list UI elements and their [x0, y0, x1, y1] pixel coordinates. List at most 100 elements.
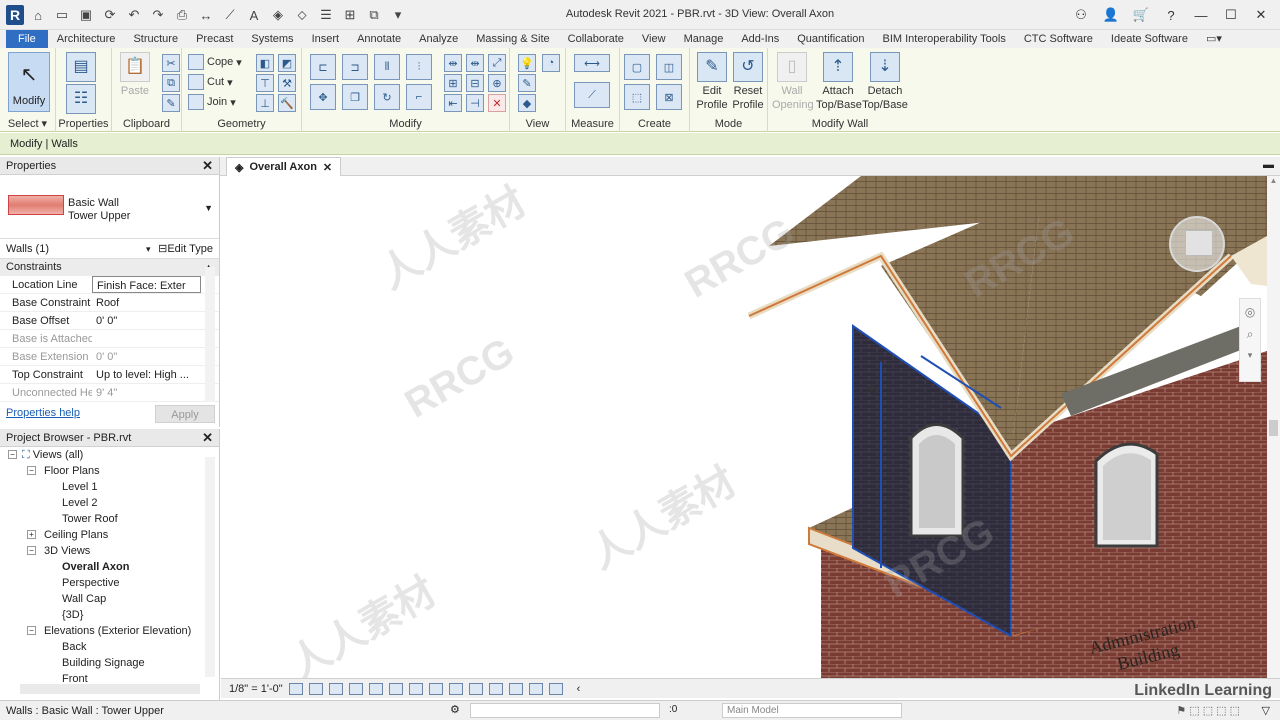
tab-structure[interactable]: Structure — [124, 30, 187, 48]
paste-button[interactable]: 📋 Paste — [120, 52, 150, 98]
tab-systems[interactable]: Systems — [242, 30, 302, 48]
binoculars-icon[interactable]: ⚇ — [1070, 5, 1092, 25]
tab-analyze[interactable]: Analyze — [410, 30, 467, 48]
type-selector[interactable]: Basic Wall Tower Upper ▼ — [0, 175, 219, 239]
create-assembly-icon[interactable]: ▢ — [624, 54, 650, 80]
pin-icon[interactable]: ⊣ — [466, 94, 484, 112]
tree-node[interactable]: Wall Cap — [0, 591, 219, 607]
edit-type-button[interactable]: ⊟Edit Type — [158, 239, 213, 259]
scale-icon[interactable]: ⤢ — [488, 54, 506, 72]
tab-file[interactable]: File — [6, 30, 48, 48]
tab-ideate-software[interactable]: Ideate Software — [1102, 30, 1197, 48]
tab-add-ins[interactable]: Add-Ins — [732, 30, 788, 48]
tree-node[interactable]: − Elevations (Exterior Elevation) — [0, 623, 219, 639]
tree-node[interactable]: − Floor Plans — [0, 463, 219, 479]
tab-bim-interoperability[interactable]: BIM Interoperability Tools — [874, 30, 1015, 48]
create-similar-icon[interactable]: ⊠ — [656, 84, 682, 110]
workset-selector[interactable] — [470, 703, 660, 718]
tree-node[interactable]: {3D} — [0, 607, 219, 623]
tree-node[interactable]: Building Signage — [0, 655, 219, 671]
design-option-selector[interactable]: Main Model — [722, 703, 902, 718]
steering-wheel-icon[interactable]: ◎ — [1240, 305, 1260, 319]
properties-button[interactable]: ☷ — [66, 84, 96, 116]
modify-button[interactable]: ↖ Modify — [8, 52, 50, 112]
tree-node-active[interactable]: Overall Axon — [0, 559, 219, 575]
cart-icon[interactable]: 🛒 — [1130, 5, 1152, 25]
aligned-dimension-icon[interactable]: ⟋ — [574, 82, 610, 108]
tab-menu-icon[interactable]: ▬ — [1263, 159, 1274, 171]
scroll-thumb[interactable] — [1269, 420, 1278, 436]
tree-node[interactable]: − ⛶ Views (all) — [0, 447, 219, 463]
detach-top-base-button[interactable]: ⇣ Detach Top/Base — [862, 52, 908, 112]
create-group-icon[interactable]: ⬚ — [624, 84, 650, 110]
join-button[interactable]: Join ▾ — [188, 93, 236, 111]
array-icon[interactable]: ⊞ — [444, 74, 462, 92]
pin-dim-icon[interactable]: ⇹ — [466, 54, 484, 72]
mirror-pick-axis-icon[interactable]: ⫴ — [374, 54, 400, 80]
cope-button[interactable]: Cope ▾ — [188, 53, 242, 71]
edit-profile-button[interactable]: ✎ Edit Profile — [694, 52, 730, 112]
tree-node[interactable]: Level 2 — [0, 495, 219, 511]
visual-style-icon[interactable] — [308, 682, 323, 695]
property-row[interactable]: Base Offset 0' 0" — [0, 312, 219, 330]
cut-button[interactable]: Cut ▾ — [188, 73, 233, 91]
analytical-icon[interactable] — [508, 682, 523, 695]
crop-view-icon[interactable] — [388, 682, 403, 695]
constraints-section[interactable]: Constraints▲ — [0, 259, 219, 276]
match-type-icon[interactable]: ✎ — [162, 94, 180, 112]
3d-viewport[interactable]: ✥ Administration Building ◎ ⌕ ▾ 人人素材 RRC… — [221, 176, 1267, 678]
browser-hscrollbar[interactable] — [20, 684, 200, 694]
property-row[interactable]: Base Constraint Roof — [0, 294, 219, 312]
paint-icon[interactable]: ◩ — [278, 54, 296, 72]
wall-joins-icon[interactable]: ⊤ — [256, 74, 274, 92]
attach-top-base-button[interactable]: ⇡ Attach Top/Base — [816, 52, 862, 112]
tab-ctc-software[interactable]: CTC Software — [1015, 30, 1102, 48]
split-face-icon[interactable]: ◧ — [256, 54, 274, 72]
lock-view-icon[interactable] — [428, 682, 443, 695]
delete-icon[interactable]: ✕ — [488, 94, 506, 112]
help-icon[interactable]: ? — [1160, 5, 1182, 25]
user-icon[interactable]: 👤 — [1100, 5, 1122, 25]
tree-node[interactable]: + Ceiling Plans — [0, 527, 219, 543]
zoom-icon[interactable]: ⌕ — [1240, 327, 1260, 342]
nav-menu-icon[interactable]: ▾ — [1240, 350, 1260, 361]
view-cube-face[interactable] — [1185, 230, 1213, 256]
close-view-tab-icon[interactable]: ✕ — [323, 161, 332, 174]
tab-quantification[interactable]: Quantification — [788, 30, 873, 48]
tab-overall-axon[interactable]: ◈ Overall Axon ✕ — [226, 157, 342, 176]
instance-filter[interactable]: Walls (1) ▾ ⊟Edit Type — [0, 239, 219, 259]
view-cube[interactable] — [1169, 216, 1225, 272]
apply-button[interactable]: Apply — [155, 405, 215, 423]
move-icon[interactable]: ✥ — [310, 84, 336, 110]
demolish-icon[interactable]: ⚒ — [278, 74, 296, 92]
tree-node[interactable]: −3D Views — [0, 543, 219, 559]
constraints-icon[interactable] — [548, 682, 563, 695]
tab-insert[interactable]: Insert — [303, 30, 349, 48]
ribbon-toggle-icon[interactable]: ▭▾ — [1197, 30, 1231, 48]
tree-node[interactable]: Perspective — [0, 575, 219, 591]
filter-dropdown-icon[interactable]: ▾ — [146, 239, 151, 259]
copy-icon[interactable]: ⧉ — [162, 74, 180, 92]
selection-filter-icons[interactable]: ⚑ ⬚ ⬚ ⬚ ⬚ — [1176, 704, 1240, 717]
viewport-scrollbar[interactable]: ▲ — [1267, 176, 1280, 678]
hide-icon[interactable]: 💡 — [518, 54, 536, 72]
mirror-draw-axis-icon[interactable]: ⫶ — [406, 54, 432, 80]
tree-node[interactable]: Tower Roof — [0, 511, 219, 527]
select-dropdown[interactable]: Select ▾ — [0, 117, 55, 130]
highlight-icon[interactable] — [528, 682, 543, 695]
tab-precast[interactable]: Precast — [187, 30, 242, 48]
tab-massing-site[interactable]: Massing & Site — [467, 30, 558, 48]
unpin-icon[interactable]: ⊕ — [488, 74, 506, 92]
align-icon[interactable]: ⊏ — [310, 54, 336, 80]
show-crop-icon[interactable] — [408, 682, 423, 695]
trim-icon[interactable]: ⊟ — [466, 74, 484, 92]
worksharing-icon[interactable] — [488, 682, 503, 695]
paint-view-icon[interactable]: ◆ — [518, 94, 536, 112]
worksets-icon[interactable]: ⚙ — [450, 703, 460, 716]
minimize-icon[interactable]: — — [1190, 5, 1212, 25]
type-properties-button[interactable]: ▤ — [66, 52, 96, 84]
tab-annotate[interactable]: Annotate — [348, 30, 410, 48]
create-parts-icon[interactable]: ◫ — [656, 54, 682, 80]
reveal-hidden-icon[interactable] — [468, 682, 483, 695]
reset-profile-button[interactable]: ↺ Reset Profile — [730, 52, 766, 112]
